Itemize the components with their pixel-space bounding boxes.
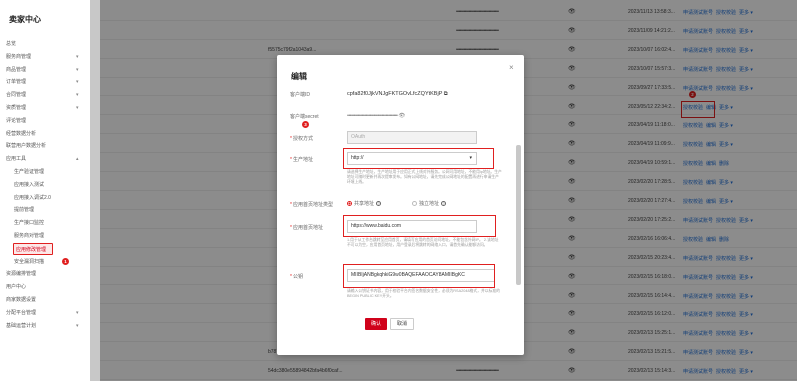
homepage-type-independent-radio[interactable]: 独立地址? (412, 200, 447, 207)
sidebar-subitem[interactable]: 生产验证管理 (14, 166, 94, 178)
sidebar-subitem[interactable]: 应用接入测试 (14, 179, 94, 191)
sidebar-item-label: 基础运营计划 (6, 322, 37, 329)
eye-icon[interactable]: 👁 (398, 113, 405, 119)
client-id-text: cpfa82f0JjkVNJgFKTGOvLfcZQYtKBjP (347, 91, 443, 97)
prod-address-text: 生产地址 (292, 157, 313, 163)
step-badge-1: 1 (62, 258, 69, 265)
sidebar-title: 卖家中心 (9, 15, 41, 24)
help-icon[interactable]: ? (441, 201, 447, 207)
sidebar: 卖家中心 总览服务商管理 ▾ 商品管理 ▾ 订单管理 ▾ 合同管理 ▾ 资质管理 ▾ 评论管理经营数… (0, 0, 100, 381)
sidebar-item[interactable]: 订单管理 ▾ (6, 76, 86, 88)
sidebar-subitem[interactable]: 生产接口监控 (14, 217, 94, 229)
sidebar-item-label: 应用工具 (6, 156, 27, 163)
client-secret-text: •••••••••••••••••••••••••••••••••••••• (347, 113, 398, 119)
homepage-url-label: *应用首页地址 (290, 225, 323, 231)
chevron-icon: ▾ (76, 309, 79, 316)
sidebar-item[interactable]: 资质管理 ▾ (6, 102, 86, 114)
public-key-hint: 请输入公钥证书内容，用于校验平台内签名数据安全性，必须为RSA2048格式，并以… (347, 289, 500, 298)
client-id-value: cpfa82f0JjkVNJgFKTGOvLfcZQYtKBjP ⧉ (347, 91, 448, 98)
sidebar-item-label: 经营数据分析 (6, 130, 37, 137)
auth-method-select: OAuth (347, 131, 477, 144)
sidebar-item-label: 服务商管理 (6, 53, 32, 60)
public-key-highlight (343, 264, 495, 288)
homepage-url-highlight (343, 215, 496, 237)
prod-address-label: *生产地址 (290, 157, 313, 163)
homepage-url-text: 应用首页地址 (292, 225, 323, 231)
sidebar-item-label: 资质管理 (6, 105, 27, 111)
sidebar-subitem[interactable]: 安全漏洞扫描 (14, 256, 94, 268)
sidebar-item[interactable]: 用户中心 (6, 281, 86, 293)
sidebar-item-label: 总览 (6, 41, 17, 47)
public-key-text: 公钥 (292, 274, 303, 280)
chevron-icon: ▾ (76, 322, 79, 329)
shared-radio-label: 共享地址 (354, 201, 375, 207)
public-key-label: *公钥 (290, 274, 303, 280)
sidebar-scrollbar[interactable] (90, 0, 100, 381)
independent-radio-label: 独立地址 (419, 201, 440, 207)
sidebar-item-label: 订单管理 (6, 79, 27, 86)
prod-address-hint: 请选择生产地址，生产地址用于应用正式上线对外服务。公网可用地址，不能用ip地址。… (347, 170, 502, 184)
chevron-icon: ▴ (76, 156, 79, 163)
cancel-button[interactable]: 取消 (390, 318, 414, 330)
copy-icon[interactable]: ⧉ (444, 91, 448, 97)
auth-method-label: *授权方式 (290, 136, 313, 142)
prod-address-highlight (343, 148, 494, 169)
sidebar-subitem[interactable]: 应用接入调试2.0 (14, 192, 94, 204)
sidebar-item-label: 合同管理 (6, 92, 27, 99)
sidebar-item-label: 商家数据设置 (6, 297, 37, 303)
sidebar-item[interactable]: 联营用户数据分析 (6, 140, 86, 152)
sidebar-item[interactable]: 合同管理 ▾ (6, 89, 86, 101)
sidebar-item[interactable]: 应用工具 ▴ (6, 153, 86, 165)
sidebar-item[interactable]: 经营数据分析 (6, 128, 86, 140)
dialog-scrollbar[interactable] (516, 145, 521, 285)
homepage-url-hint: 1.用于从工作台跳转至应用首页，请填写应用的首页访问地址，不能包含外网IP。 2… (347, 238, 499, 247)
sidebar-subitem[interactable]: 服务商对管理 (14, 230, 94, 242)
sidebar-item-label: 评论管理 (6, 117, 27, 124)
homepage-type-label: *应用首页地址类型 (290, 202, 333, 208)
step-badge-3: 3 (302, 121, 309, 128)
sidebar-item[interactable]: 资源编排管理 (6, 268, 86, 280)
sidebar-item[interactable]: 总览 (6, 38, 86, 50)
client-secret-value: •••••••••••••••••••••••••••••••••••••• 👁 (347, 113, 405, 119)
homepage-type-text: 应用首页地址类型 (292, 202, 333, 208)
sidebar-item-label: 商品管理 (6, 66, 27, 73)
sidebar-item[interactable]: 服务商管理 ▾ (6, 51, 86, 63)
sidebar-item[interactable]: 商品管理 ▾ (6, 64, 86, 76)
sidebar-subitem[interactable]: 提前管理 (14, 204, 94, 216)
chevron-icon: ▾ (76, 53, 79, 60)
edit-dialog: 编辑 × 客户端ID cpfa82f0JjkVNJgFKTGOvLfcZQYtK… (277, 55, 524, 355)
close-icon[interactable]: × (509, 63, 514, 72)
sidebar-item[interactable]: 商家数据设置 (6, 294, 86, 306)
dialog-title: 编辑 (291, 72, 307, 81)
sidebar-item[interactable]: 基础运营计划 ▾ (6, 320, 86, 332)
sidebar-item-label: 分配平台管理 (6, 309, 37, 316)
sidebar-item[interactable]: 分配平台管理 ▾ (6, 307, 86, 319)
client-id-label: 客户端ID (290, 92, 311, 98)
sidebar-item-label: 资源编排管理 (6, 271, 37, 278)
chevron-icon: ▾ (76, 66, 79, 73)
chevron-icon: ▾ (76, 92, 79, 99)
chevron-icon: ▾ (76, 79, 79, 86)
help-icon[interactable]: ? (376, 201, 382, 207)
auth-method-text: 授权方式 (292, 136, 313, 142)
sidebar-subitem-active[interactable]: 应用修改管理 (13, 242, 53, 255)
sidebar-item-label: 用户中心 (6, 284, 27, 291)
confirm-button[interactable]: 确认 (365, 318, 387, 330)
sidebar-item[interactable]: 评论管理 (6, 115, 86, 127)
chevron-icon: ▾ (76, 105, 79, 111)
client-secret-label: 客户端secret (290, 114, 319, 120)
sidebar-item-label: 联营用户数据分析 (6, 143, 47, 150)
homepage-type-shared-radio[interactable]: 共享地址? (347, 200, 382, 207)
